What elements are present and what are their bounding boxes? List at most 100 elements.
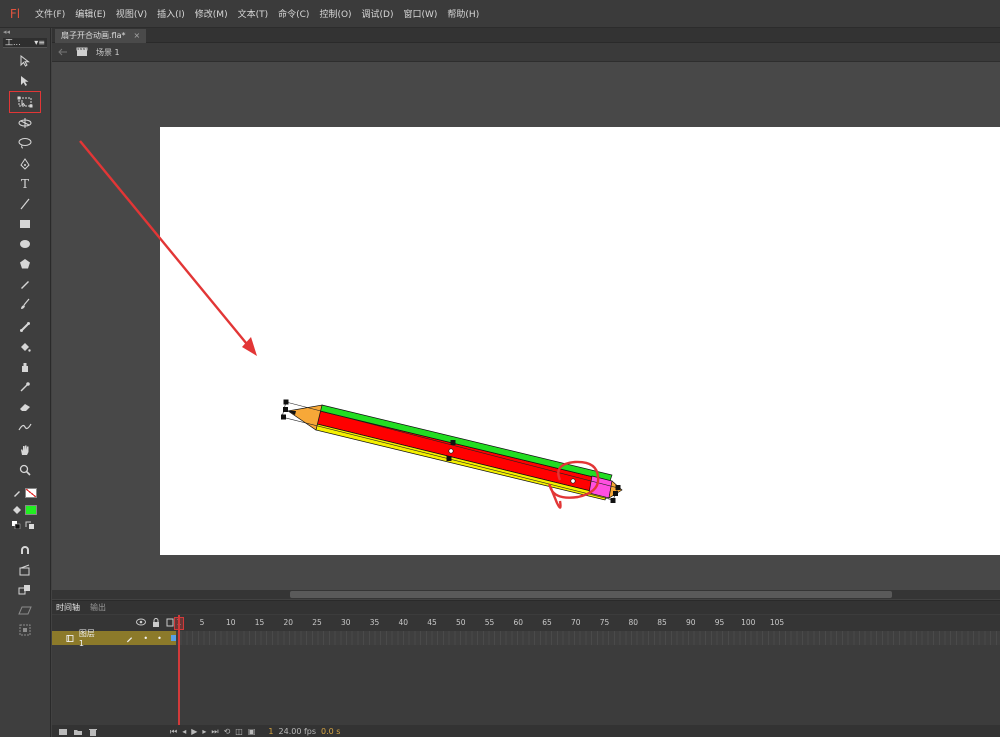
straighten-button[interactable] <box>14 581 36 599</box>
stroke-color-swatch[interactable] <box>25 488 37 498</box>
free-transform-tool[interactable] <box>9 91 41 113</box>
oval-tool[interactable] <box>14 235 36 253</box>
menu-commands[interactable]: 命令(C) <box>273 7 314 20</box>
playhead-handle[interactable] <box>174 617 184 630</box>
width-tool[interactable] <box>14 418 36 436</box>
color-options <box>12 521 35 529</box>
scale-button[interactable] <box>14 621 36 639</box>
menu-edit[interactable]: 编辑(E) <box>70 7 111 20</box>
menu-debug[interactable]: 调试(D) <box>357 7 399 20</box>
selection-tool[interactable] <box>14 52 36 70</box>
menu-control[interactable]: 控制(O) <box>314 7 356 20</box>
layer-row[interactable]: 图层 1 • • <box>52 629 1000 648</box>
lock-icon[interactable] <box>152 618 160 627</box>
paint-bucket-tool[interactable] <box>14 338 36 356</box>
width-icon <box>18 423 32 431</box>
outline-icon[interactable] <box>166 618 174 627</box>
fill-color-swatch[interactable] <box>25 505 37 515</box>
first-frame-icon[interactable]: ⏮ <box>170 727 177 737</box>
frame-number-label: 85 <box>657 618 667 627</box>
new-layer-icon[interactable] <box>58 728 68 736</box>
frame-number-label: 30 <box>340 618 351 627</box>
lock-dot[interactable]: • <box>157 634 162 643</box>
oval-icon <box>20 240 30 248</box>
edit-multiple-frames-icon[interactable]: ▣ <box>248 727 256 736</box>
tools-collapse-button[interactable]: ◂◂ <box>0 28 50 36</box>
swap-colors-icon[interactable] <box>25 521 35 529</box>
frame-number-label: 95 <box>714 618 725 627</box>
trash-icon[interactable] <box>88 728 98 736</box>
subselection-tool[interactable] <box>14 72 36 90</box>
play-icon[interactable]: ▶ <box>191 727 197 736</box>
smooth-button[interactable] <box>14 561 36 579</box>
pen-tool[interactable] <box>14 155 36 173</box>
stroke-color-control[interactable] <box>12 488 37 498</box>
document-tab-title: 扇子开合动画.fla* <box>61 31 126 40</box>
eyedropper-tool[interactable] <box>14 378 36 396</box>
last-frame-icon[interactable]: ⏭ <box>211 727 218 737</box>
scene-label[interactable]: 场景 1 <box>96 47 120 58</box>
menu-view[interactable]: 视图(V) <box>111 7 152 20</box>
black-white-icon[interactable] <box>12 521 22 529</box>
eraser-icon <box>20 404 30 411</box>
document-tab[interactable]: 扇子开合动画.fla* × <box>55 29 147 43</box>
polystar-icon <box>20 259 30 269</box>
onion-skin-icon[interactable]: ◫ <box>235 727 243 736</box>
brush-tool[interactable] <box>14 295 36 313</box>
scrollbar-thumb[interactable] <box>290 591 892 598</box>
ink-bottle-tool[interactable] <box>14 358 36 376</box>
tab-timeline[interactable]: 时间轴 <box>56 602 80 613</box>
hand-tool[interactable] <box>14 441 36 459</box>
tools-panel: ◂◂ 工... ▾≡ T <box>0 28 51 737</box>
polystar-tool[interactable] <box>14 255 36 273</box>
close-icon[interactable]: × <box>133 29 140 43</box>
text-tool[interactable]: T <box>14 175 36 193</box>
stage-horizontal-scrollbar[interactable] <box>52 590 1000 599</box>
new-folder-icon[interactable] <box>73 728 83 736</box>
3d-rotation-tool[interactable] <box>14 114 36 132</box>
menu-insert[interactable]: 插入(I) <box>152 7 190 20</box>
menu-text[interactable]: 文本(T) <box>233 7 274 20</box>
visibility-dot[interactable]: • <box>143 634 148 643</box>
step-forward-icon[interactable]: ▸ <box>202 727 206 736</box>
frame-number-label: 90 <box>685 618 696 627</box>
current-frame-readout[interactable]: 1 <box>268 727 273 736</box>
bone-tool[interactable] <box>14 318 36 336</box>
selection-icon <box>20 55 30 67</box>
pencil-tool[interactable] <box>14 275 36 293</box>
step-back-icon[interactable]: ◂ <box>182 727 186 736</box>
layer-name-cell[interactable]: 图层 1 • • <box>52 629 177 648</box>
line-tool[interactable] <box>14 195 36 213</box>
tools-panel-tab[interactable]: 工... ▾≡ <box>3 38 47 48</box>
timeline-panel: 时间轴 输出 151015202530354045505560657075808… <box>52 600 1000 737</box>
rotate-skew-button[interactable] <box>14 601 36 619</box>
flash-app-window: Fl 文件(F) 编辑(E) 视图(V) 插入(I) 修改(M) 文本(T) 命… <box>0 0 1000 737</box>
zoom-icon <box>19 464 31 476</box>
app-logo: Fl <box>9 6 21 21</box>
menu-window[interactable]: 窗口(W) <box>399 7 443 20</box>
playhead[interactable] <box>178 615 180 737</box>
show-hide-eye-icon[interactable] <box>136 618 146 626</box>
frame-ruler[interactable]: 1510152025303540455055606570758085909510… <box>176 615 1000 631</box>
tab-output[interactable]: 输出 <box>90 602 106 613</box>
tools-panel-menu-icon[interactable]: ▾≡ <box>34 38 47 48</box>
stage-canvas[interactable] <box>160 127 1000 555</box>
snap-to-objects-button[interactable] <box>14 541 36 559</box>
pasteboard[interactable] <box>52 62 1000 590</box>
fill-bucket-icon <box>13 506 21 514</box>
fill-color-control[interactable] <box>12 505 37 515</box>
rectangle-tool[interactable] <box>14 215 36 233</box>
zoom-tool[interactable] <box>14 461 36 479</box>
menu-help[interactable]: 帮助(H) <box>442 7 484 20</box>
loop-icon[interactable]: ⟲ <box>224 727 231 736</box>
elapsed-time-readout[interactable]: 0.0 s <box>321 727 340 736</box>
menu-file[interactable]: 文件(F) <box>30 7 70 20</box>
frame-number-label: 20 <box>283 618 294 627</box>
layer-frame-cells[interactable] <box>176 631 1000 645</box>
fps-readout[interactable]: 24.00 fps <box>279 727 317 736</box>
menu-modify[interactable]: 修改(M) <box>190 7 233 20</box>
rotate-skew-icon <box>18 606 32 615</box>
back-arrow-icon[interactable] <box>58 48 68 56</box>
eraser-tool[interactable] <box>14 398 36 416</box>
lasso-tool[interactable] <box>14 134 36 152</box>
